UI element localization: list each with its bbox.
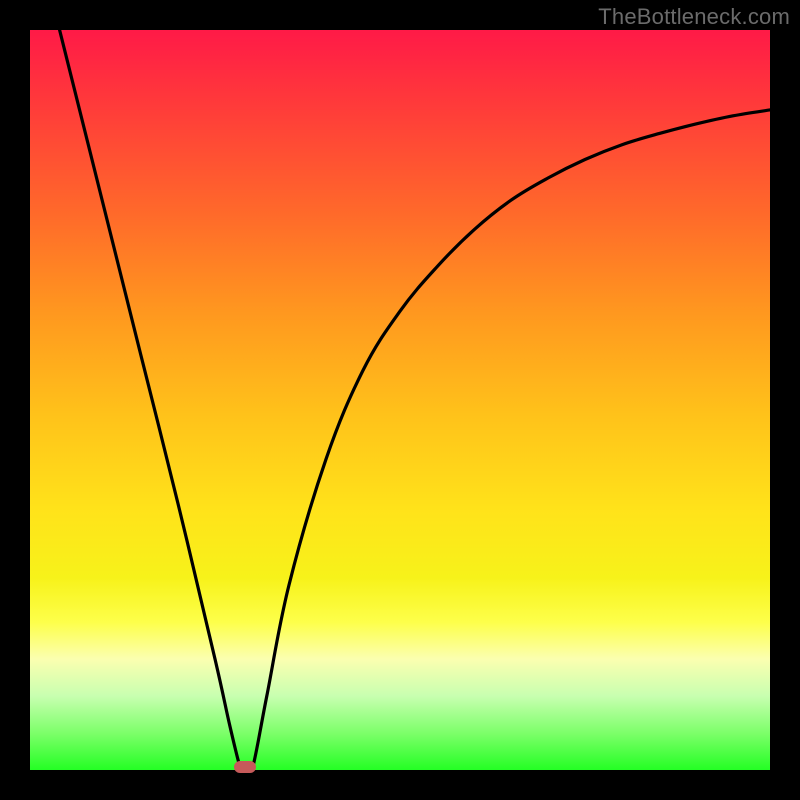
optimum-marker [234,761,256,773]
bottleneck-curve [60,30,770,770]
plot-area [30,30,770,770]
curve-layer [30,30,770,770]
chart-frame: TheBottleneck.com [0,0,800,800]
watermark-text: TheBottleneck.com [598,4,790,30]
